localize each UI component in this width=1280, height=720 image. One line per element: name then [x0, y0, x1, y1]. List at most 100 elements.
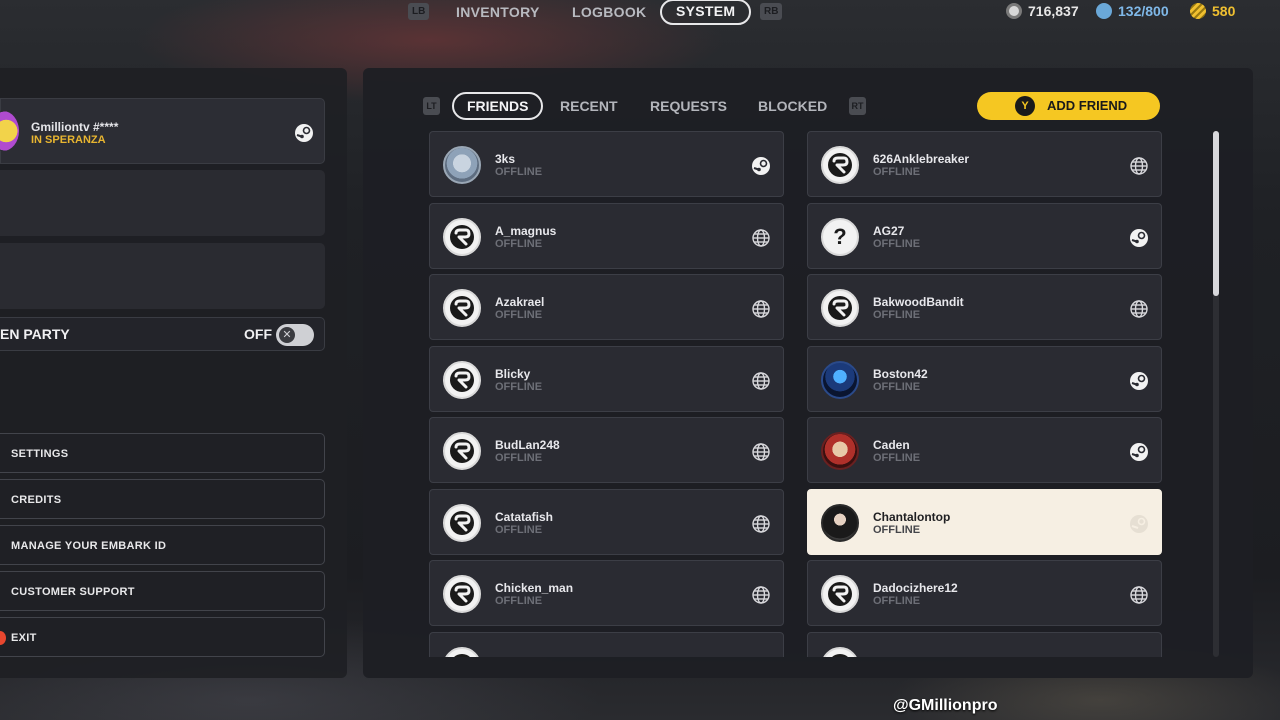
friend-status: OFFLINE — [873, 523, 921, 536]
exit-button[interactable]: EXIT — [0, 617, 325, 657]
globe-icon — [751, 442, 771, 462]
scrollbar-thumb[interactable] — [1213, 131, 1219, 296]
tab-inventory[interactable]: INVENTORY — [456, 0, 540, 24]
embark-logo-avatar — [443, 217, 481, 256]
tab-logbook[interactable]: LOGBOOK — [572, 0, 646, 24]
open-party-label: EN PARTY — [0, 326, 70, 342]
manage-embark-id-label: MANAGE YOUR EMBARK ID — [11, 540, 167, 552]
tab-requests[interactable]: REQUESTS — [650, 95, 727, 117]
open-party-row[interactable]: EN PARTY OFF ✕ — [0, 317, 325, 351]
friend-card[interactable]: 3ks OFFLINE — [429, 131, 784, 197]
tab-friends[interactable]: FRIENDS — [452, 92, 544, 120]
add-friend-label: ADD FRIEND — [1047, 98, 1128, 113]
friend-card[interactable]: Caden OFFLINE — [807, 417, 1162, 483]
friend-card[interactable]: BakwoodBandit OFFLINE — [807, 274, 1162, 340]
globe-icon — [751, 585, 771, 605]
exit-icon — [0, 631, 6, 645]
tab-blocked[interactable]: BLOCKED — [758, 95, 827, 117]
tab-recent[interactable]: RECENT — [560, 95, 618, 117]
add-friend-button[interactable]: Y ADD FRIEND — [977, 92, 1160, 120]
steam-icon — [1129, 442, 1149, 462]
globe-icon — [751, 228, 771, 248]
avatar — [821, 432, 859, 470]
friend-card[interactable]: BudLan248 OFFLINE — [429, 417, 784, 483]
friend-name: A_magnus — [495, 223, 557, 238]
friend-name: Dadocizhere12 — [873, 581, 958, 595]
friend-card[interactable] — [429, 631, 784, 657]
friend-card[interactable]: A_magnus OFFLINE — [429, 202, 784, 269]
avatar — [0, 111, 19, 151]
player-profile-card[interactable]: Gmilliontv #**** IN SPERANZA — [0, 98, 325, 164]
party-slot-empty[interactable] — [0, 243, 325, 309]
currency-tokens: 132/800 — [1096, 2, 1169, 20]
friend-status: OFFLINE — [495, 380, 543, 393]
friend-card[interactable]: Blicky OFFLINE — [429, 345, 784, 412]
globe-icon — [1129, 299, 1149, 319]
token-value: 132/800 — [1118, 3, 1169, 19]
friend-card[interactable]: ? AG27 OFFLINE — [807, 202, 1162, 269]
friend-status: OFFLINE — [495, 166, 543, 178]
embark-logo-avatar — [443, 575, 481, 613]
rt-trigger-hint: RT — [849, 97, 866, 115]
friend-card[interactable]: Catatafish OFFLINE — [429, 488, 784, 555]
party-panel: Gmilliontv #**** IN SPERANZA EN PARTY OF… — [0, 68, 347, 678]
embark-logo-avatar — [443, 503, 481, 542]
friend-name: Chicken_man — [495, 581, 574, 595]
credits-label: CREDITS — [11, 494, 62, 506]
globe-icon — [1129, 156, 1149, 176]
steam-icon — [751, 156, 771, 176]
friend-status: OFFLINE — [495, 309, 543, 321]
friend-name: BudLan248 — [495, 438, 560, 452]
top-nav: LB INVENTORY LOGBOOK SYSTEM RB 716,837 1… — [0, 0, 1280, 28]
friend-status: OFFLINE — [495, 523, 543, 536]
coin-value: 716,837 — [1028, 3, 1079, 19]
coin-icon — [1006, 3, 1022, 19]
friend-status: OFFLINE — [873, 452, 921, 464]
friends-list[interactable]: 3ks OFFLINE A_magnus OFFLINE Azakrael OFFLINE… — [429, 131, 1163, 657]
friend-card[interactable]: Dadocizhere12 OFFLINE — [807, 560, 1162, 626]
embark-logo-avatar — [821, 146, 859, 184]
settings-button[interactable]: SETTINGS — [0, 433, 325, 473]
embark-logo-avatar — [443, 289, 481, 327]
friend-card[interactable]: Chicken_man OFFLINE — [429, 560, 784, 626]
currency-tickets: 580 — [1190, 2, 1235, 20]
friend-status: OFFLINE — [495, 237, 543, 250]
globe-icon — [751, 514, 771, 534]
y-button-icon: Y — [1015, 96, 1035, 116]
friend-name: BakwoodBandit — [873, 295, 964, 309]
customer-support-button[interactable]: CUSTOMER SUPPORT — [0, 571, 325, 611]
channel-watermark: @GMillionpro — [893, 697, 998, 714]
friend-card[interactable]: Azakrael OFFLINE — [429, 274, 784, 340]
globe-icon — [1129, 657, 1149, 658]
friend-card[interactable]: 626Anklebreaker OFFLINE — [807, 131, 1162, 197]
steam-icon — [1129, 514, 1149, 534]
tab-system[interactable]: SYSTEM — [660, 0, 752, 25]
friend-card[interactable]: Boston42 OFFLINE — [807, 345, 1162, 412]
friend-name: 626Anklebreaker — [873, 152, 970, 166]
globe-icon — [751, 371, 771, 391]
lt-trigger-hint: LT — [423, 97, 440, 115]
player-status: IN SPERANZA — [31, 134, 106, 146]
globe-icon — [751, 299, 771, 319]
friend-name: AG27 — [873, 223, 905, 238]
open-party-state: OFF — [244, 326, 272, 342]
player-name: Gmilliontv #**** — [31, 120, 119, 134]
friend-card[interactable]: Chantalontop OFFLINE — [807, 488, 1162, 555]
party-slot-empty[interactable] — [0, 170, 325, 236]
customer-support-label: CUSTOMER SUPPORT — [11, 586, 135, 598]
credits-button[interactable]: CREDITS — [0, 479, 325, 519]
tickets-icon — [1190, 3, 1206, 19]
embark-logo-avatar — [443, 646, 481, 657]
lb-bumper-hint: LB — [408, 3, 430, 20]
embark-logo-avatar — [443, 432, 481, 470]
embark-logo-avatar — [821, 646, 859, 657]
manage-embark-id-button[interactable]: MANAGE YOUR EMBARK ID — [0, 525, 325, 565]
open-party-toggle[interactable]: ✕ — [276, 324, 314, 346]
embark-token-icon — [1096, 3, 1112, 19]
steam-icon — [1129, 371, 1149, 391]
friend-card[interactable] — [807, 631, 1162, 658]
friend-name: Azakrael — [495, 295, 545, 309]
friends-scrollbar[interactable] — [1213, 131, 1219, 657]
currency-coins: 716,837 — [1006, 2, 1079, 20]
embark-logo-avatar — [443, 360, 481, 399]
